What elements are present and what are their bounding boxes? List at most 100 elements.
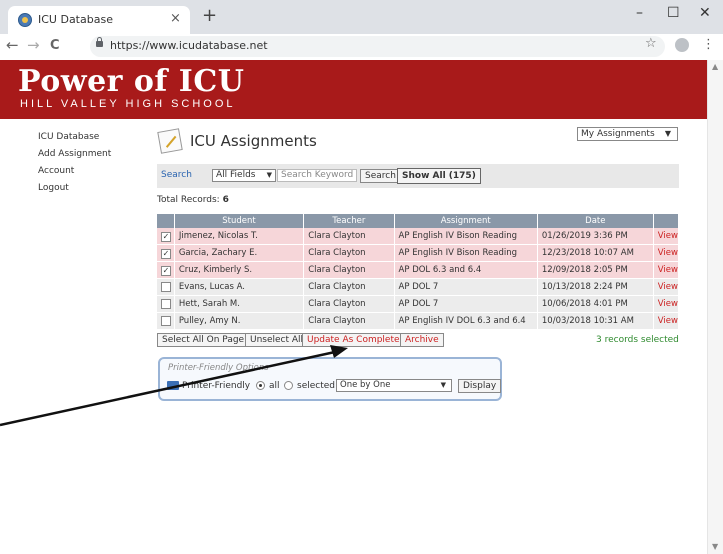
view-link[interactable]: View bbox=[653, 228, 680, 245]
tab-title: ICU Database bbox=[38, 13, 113, 26]
sidebar-item-account[interactable]: Account bbox=[38, 166, 111, 183]
view-select-value: My Assignments bbox=[581, 129, 655, 139]
search-input[interactable]: Search Keyword bbox=[277, 169, 357, 182]
assignment-cell: AP English IV Bison Reading bbox=[394, 228, 538, 245]
printer-friendly-label: Printer-Friendly bbox=[182, 381, 251, 391]
action-column-header bbox=[653, 214, 680, 228]
page-scrollbar[interactable]: ▲ ▼ bbox=[707, 60, 723, 554]
view-link[interactable]: View bbox=[653, 261, 680, 279]
column-header-date[interactable]: Date bbox=[537, 214, 654, 228]
bookmark-star-icon[interactable]: ☆ bbox=[645, 36, 657, 51]
date-cell: 01/26/2019 3:36 PM bbox=[537, 228, 654, 245]
site-logo[interactable]: Power of ICU bbox=[18, 64, 244, 99]
page-title: ICU Assignments bbox=[190, 132, 317, 150]
view-link[interactable]: View bbox=[653, 295, 680, 313]
dropdown-arrow-icon: ▼ bbox=[664, 129, 671, 138]
date-cell: 12/09/2018 2:05 PM bbox=[537, 261, 654, 279]
student-cell: Evans, Lucas A. bbox=[174, 278, 305, 296]
menu-dots-icon[interactable]: ⋮ bbox=[702, 37, 715, 52]
printer-options-panel: Printer-Friendly Options Printer-Friendl… bbox=[158, 357, 502, 401]
assignment-page-icon bbox=[157, 128, 183, 154]
profile-icon[interactable] bbox=[675, 38, 689, 52]
archive-button[interactable]: Archive bbox=[400, 333, 444, 347]
assignment-cell: AP DOL 7 bbox=[394, 278, 538, 296]
date-cell: 10/06/2018 4:01 PM bbox=[537, 295, 654, 313]
close-window-icon[interactable]: ✕ bbox=[699, 5, 711, 21]
assignment-cell: AP DOL 6.3 and 6.4 bbox=[394, 261, 538, 279]
view-select[interactable]: My Assignments ▼ bbox=[577, 127, 678, 141]
search-fields-select[interactable]: All Fields ▼ bbox=[212, 169, 276, 182]
column-header-assignment[interactable]: Assignment bbox=[394, 214, 538, 228]
column-header-student[interactable]: Student bbox=[174, 214, 305, 228]
search-fields-value: All Fields bbox=[216, 170, 256, 180]
radio-all-label: all bbox=[269, 381, 280, 391]
close-tab-icon[interactable]: × bbox=[170, 11, 181, 26]
radio-selected[interactable] bbox=[284, 381, 293, 390]
table-row: ✓ Garcia, Zachary E. Clara Clayton AP En… bbox=[157, 244, 680, 262]
date-cell: 10/03/2018 10:31 AM bbox=[537, 312, 654, 330]
view-link[interactable]: View bbox=[653, 312, 680, 330]
radio-selected-label: selected bbox=[297, 381, 335, 391]
school-name: HILL VALLEY HIGH SCHOOL bbox=[20, 98, 236, 110]
sidebar-item-add-assignment[interactable]: Add Assignment bbox=[38, 149, 111, 166]
total-records-value: 6 bbox=[222, 195, 229, 205]
row-checkbox[interactable]: ✓ bbox=[161, 266, 171, 276]
student-cell: Cruz, Kimberly S. bbox=[174, 261, 305, 279]
row-checkbox[interactable] bbox=[161, 298, 171, 309]
browser-tab-bar: ICU Database × + – ☐ ✕ bbox=[0, 0, 723, 34]
sidebar-item-logout[interactable]: Logout bbox=[38, 183, 111, 200]
favicon-icon bbox=[18, 13, 32, 27]
date-cell: 12/23/2018 10:07 AM bbox=[537, 244, 654, 262]
student-cell: Jimenez, Nicolas T. bbox=[174, 228, 305, 245]
table-body: ✓ Jimenez, Nicolas T. Clara Clayton AP E… bbox=[157, 228, 680, 330]
teacher-cell: Clara Clayton bbox=[303, 244, 395, 262]
maximize-icon[interactable]: ☐ bbox=[667, 5, 680, 21]
search-button[interactable]: Search bbox=[360, 169, 401, 183]
date-cell: 10/13/2018 2:24 PM bbox=[537, 278, 654, 296]
dropdown-arrow-icon: ▼ bbox=[266, 171, 272, 179]
display-button[interactable]: Display bbox=[458, 379, 502, 393]
browser-tab[interactable]: ICU Database × bbox=[8, 6, 190, 34]
assignment-cell: AP English IV Bison Reading bbox=[394, 244, 538, 262]
unselect-all-button[interactable]: Unselect All bbox=[245, 333, 309, 347]
show-all-button[interactable]: Show All (175) bbox=[397, 168, 481, 184]
column-header-teacher[interactable]: Teacher bbox=[303, 214, 395, 228]
view-link[interactable]: View bbox=[653, 278, 680, 296]
minimize-icon[interactable]: – bbox=[636, 5, 643, 21]
records-table: Student Teacher Assignment Date ✓ Jimene… bbox=[157, 214, 680, 330]
assignment-cell: AP English IV DOL 6.3 and 6.4 bbox=[394, 312, 538, 330]
search-bar: Search All Fields ▼ Search Keyword Searc… bbox=[157, 164, 679, 188]
search-label: Search bbox=[161, 170, 192, 180]
print-order-select[interactable]: One by One ▼ bbox=[336, 379, 452, 392]
update-as-completed-button[interactable]: Update As Completed bbox=[302, 333, 411, 347]
new-tab-icon[interactable]: + bbox=[202, 5, 217, 26]
teacher-cell: Clara Clayton bbox=[303, 312, 395, 330]
row-checkbox[interactable]: ✓ bbox=[161, 249, 171, 259]
table-row: Hett, Sarah M. Clara Clayton AP DOL 7 10… bbox=[157, 295, 680, 313]
print-order-value: One by One bbox=[340, 380, 391, 390]
assignment-cell: AP DOL 7 bbox=[394, 295, 538, 313]
address-bar[interactable]: https://www.icudatabase.net bbox=[90, 36, 665, 57]
row-checkbox[interactable]: ✓ bbox=[161, 232, 171, 242]
teacher-cell: Clara Clayton bbox=[303, 261, 395, 279]
forward-icon[interactable]: → bbox=[27, 36, 40, 54]
view-link[interactable]: View bbox=[653, 244, 680, 262]
student-cell: Pulley, Amy N. bbox=[174, 312, 305, 330]
select-all-button[interactable]: Select All On Page bbox=[157, 333, 250, 347]
reload-icon[interactable]: C bbox=[50, 38, 60, 53]
selected-count: 3 records selected bbox=[596, 335, 679, 345]
row-checkbox[interactable] bbox=[161, 281, 171, 292]
student-cell: Hett, Sarah M. bbox=[174, 295, 305, 313]
table-row: ✓ Jimenez, Nicolas T. Clara Clayton AP E… bbox=[157, 228, 680, 245]
dropdown-arrow-icon: ▼ bbox=[440, 381, 446, 389]
table-row: ✓ Cruz, Kimberly S. Clara Clayton AP DOL… bbox=[157, 261, 680, 279]
select-column-header bbox=[157, 214, 175, 228]
total-records-label: Total Records: bbox=[157, 195, 220, 205]
scroll-down-icon[interactable]: ▼ bbox=[712, 542, 718, 551]
back-icon[interactable]: ← bbox=[6, 36, 19, 54]
row-checkbox[interactable] bbox=[161, 315, 171, 326]
radio-all[interactable] bbox=[256, 381, 265, 390]
total-records: Total Records: 6 bbox=[157, 195, 229, 205]
sidebar-item-icu-database[interactable]: ICU Database bbox=[38, 132, 111, 149]
scroll-up-icon[interactable]: ▲ bbox=[712, 62, 718, 71]
